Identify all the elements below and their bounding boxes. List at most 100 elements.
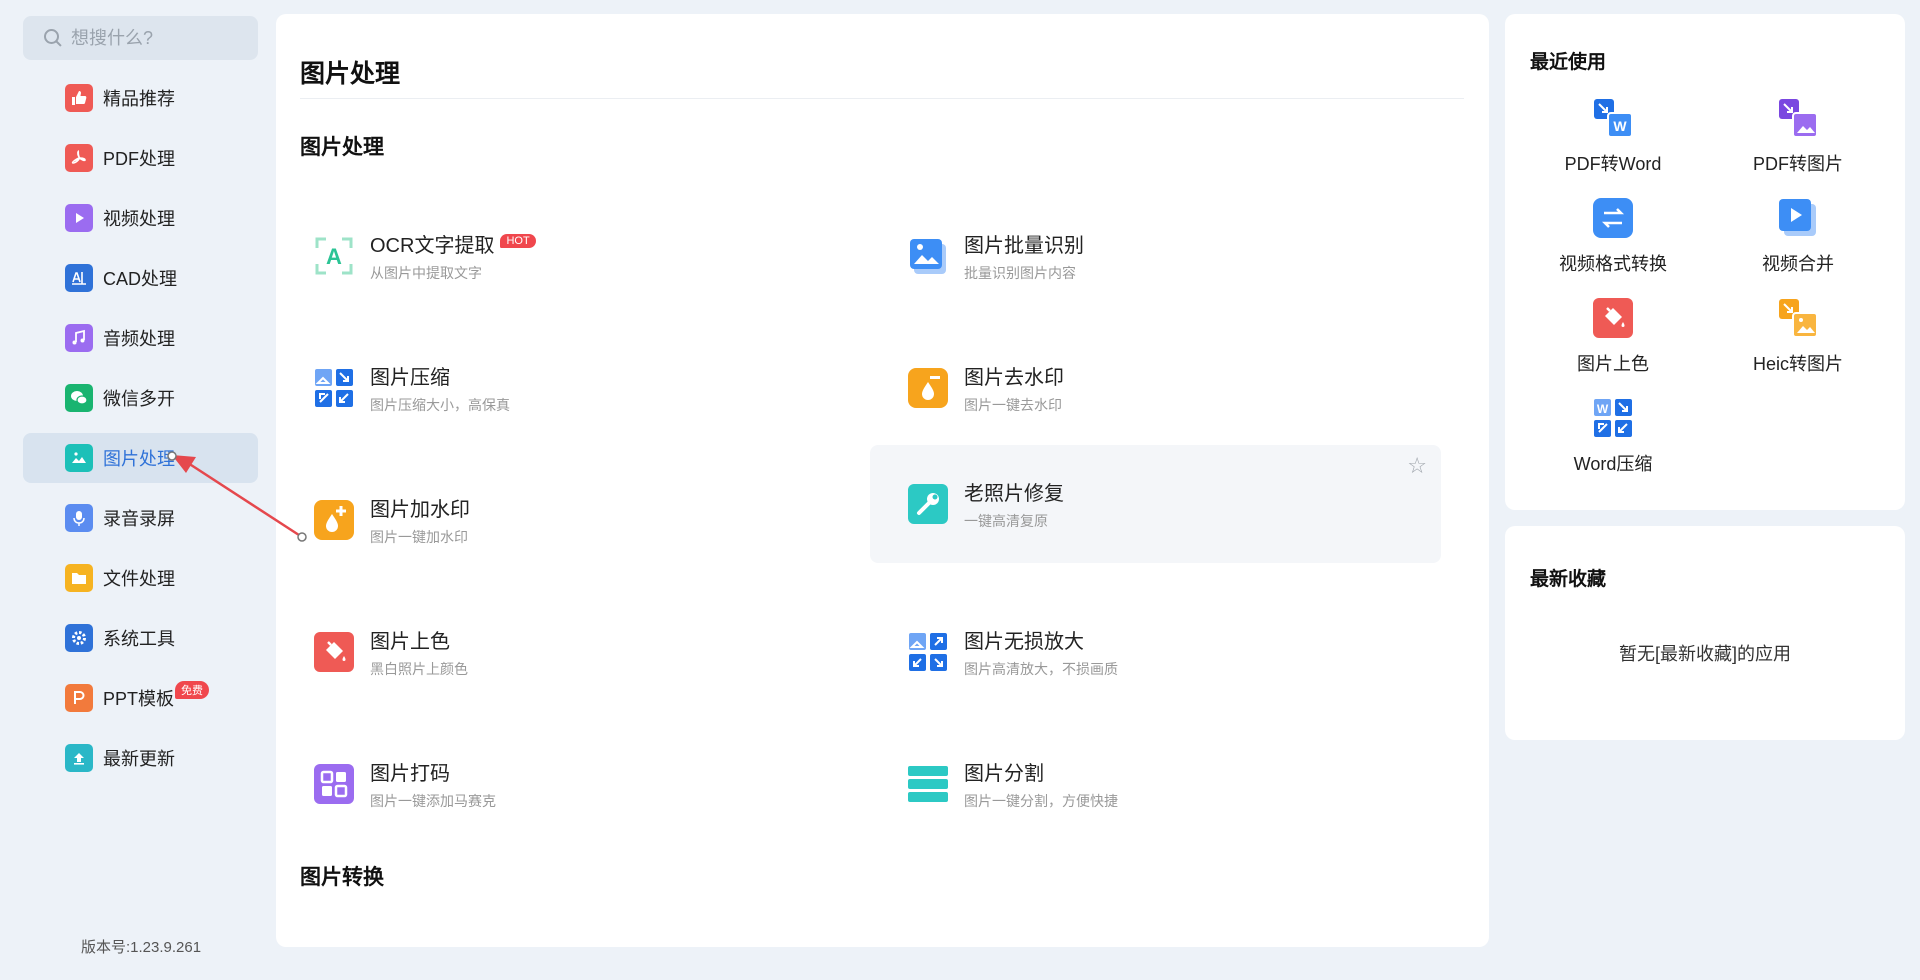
svg-text:W: W <box>1613 118 1627 134</box>
add-watermark-icon <box>314 500 354 540</box>
microphone-icon <box>65 504 93 532</box>
tool-image-batch[interactable]: 图片批量识别 批量识别图片内容 <box>870 197 1441 315</box>
svg-text:W: W <box>1597 402 1609 416</box>
recent-item-label: 视频合并 <box>1762 254 1834 274</box>
thumbs-up-icon <box>65 84 93 112</box>
tool-desc: 图片一键分割，方便快捷 <box>964 793 1118 809</box>
search-box[interactable] <box>23 16 258 60</box>
tool-name: 图片压缩 <box>370 367 450 389</box>
paint-bucket-icon <box>314 632 354 672</box>
sidebar-item-system[interactable]: 系统工具 <box>23 613 258 663</box>
recent-item-label: Heic转图片 <box>1752 354 1843 374</box>
tool-desc: 图片一键添加马赛克 <box>370 793 496 809</box>
sidebar-item-pdf[interactable]: PDF处理 <box>23 133 258 183</box>
sidebar-item-label: 文件处理 <box>103 569 175 589</box>
recent-item-video-merge[interactable]: 视频合并 <box>1723 198 1873 276</box>
tool-desc: 从图片中提取文字 <box>370 265 482 281</box>
sidebar-item-updates[interactable]: 最新更新 <box>23 733 258 783</box>
sidebar-item-image[interactable]: 图片处理 <box>23 433 258 483</box>
svg-text:A: A <box>326 244 342 269</box>
tool-image-split[interactable]: 图片分割 图片一键分割，方便快捷 <box>870 725 1441 843</box>
recent-item-label: 视频格式转换 <box>1559 254 1667 274</box>
tool-desc: 一键高清复原 <box>964 513 1048 529</box>
sidebar-item-label: 最新更新 <box>103 749 175 769</box>
recent-item-label: Word压缩 <box>1573 454 1653 474</box>
tool-desc: 图片压缩大小，高保真 <box>370 397 510 413</box>
tool-image-enlarge[interactable]: 图片无损放大 图片高清放大，不损画质 <box>870 593 1441 711</box>
tool-name: 图片去水印 <box>964 367 1064 389</box>
sidebar-nav: 精品推荐 PDF处理 视频处理 CAD处理 音频处理 微信多开 图片处理 录音录… <box>23 73 258 793</box>
recent-item-pdf-to-image[interactable]: PDF转图片 <box>1723 98 1873 176</box>
video-merge-icon <box>1778 198 1818 238</box>
tool-name: 图片打码 <box>370 763 450 785</box>
tool-name: 图片分割 <box>964 763 1044 785</box>
page-title: 图片处理 <box>300 60 401 88</box>
tool-desc: 黑白照片上颜色 <box>370 661 468 677</box>
sidebar-item-label: 录音录屏 <box>103 509 175 529</box>
sidebar-item-label: 微信多开 <box>103 389 175 409</box>
wechat-icon <box>65 384 93 412</box>
remove-watermark-icon <box>908 368 948 408</box>
sidebar-item-file[interactable]: 文件处理 <box>23 553 258 603</box>
sidebar-item-label: PDF处理 <box>103 149 175 169</box>
sidebar-item-cad[interactable]: CAD处理 <box>23 253 258 303</box>
sidebar-item-label: 视频处理 <box>103 209 175 229</box>
recent-item-label: 图片上色 <box>1577 354 1649 374</box>
sidebar: 精品推荐 PDF处理 视频处理 CAD处理 音频处理 <box>0 0 270 980</box>
recent-item-video-convert[interactable]: 视频格式转换 <box>1538 198 1688 276</box>
sidebar-item-audio[interactable]: 音频处理 <box>23 313 258 363</box>
recent-item-heic-to-image[interactable]: Heic转图片 <box>1723 298 1873 376</box>
recent-item-pdf-to-word[interactable]: W PDF转Word <box>1538 98 1688 176</box>
sidebar-item-label: 图片处理 <box>103 449 175 469</box>
image-split-icon <box>908 764 948 804</box>
sidebar-item-recommended[interactable]: 精品推荐 <box>23 73 258 123</box>
upload-icon <box>65 744 93 772</box>
sidebar-item-label: CAD处理 <box>103 269 178 289</box>
pdf-to-word-icon: W <box>1593 98 1633 138</box>
recent-item-label: PDF转图片 <box>1753 154 1843 174</box>
image-enlarge-icon <box>908 632 948 672</box>
favorites-title: 最新收藏 <box>1530 569 1607 590</box>
tool-name: 图片无损放大 <box>964 631 1084 653</box>
music-note-icon <box>65 324 93 352</box>
tool-photo-repair[interactable]: 老照片修复 一键高清复原 ☆ <box>870 445 1441 563</box>
video-convert-icon <box>1593 198 1633 238</box>
search-icon <box>43 28 63 48</box>
tool-desc: 图片一键加水印 <box>370 529 468 545</box>
tool-name: 图片批量识别 <box>964 235 1084 257</box>
sidebar-item-ppt[interactable]: PPT模板 免费 <box>23 673 258 723</box>
tool-colorize[interactable]: 图片上色 黑白照片上颜色 <box>276 593 847 711</box>
recent-item-colorize[interactable]: 图片上色 <box>1538 298 1688 376</box>
main-panel: 图片处理 图片处理 A OCR文字提取 HOT 从图片中提取文字 图片批量识别 批… <box>276 14 1489 947</box>
sidebar-item-label: 系统工具 <box>103 629 175 649</box>
sidebar-item-label: PPT模板 <box>103 689 175 709</box>
tool-name: 老照片修复 <box>964 483 1064 505</box>
search-input[interactable] <box>71 27 241 49</box>
tool-name: 图片上色 <box>370 631 450 653</box>
sidebar-item-wechat[interactable]: 微信多开 <box>23 373 258 423</box>
section-title-image-processing: 图片处理 <box>300 136 384 159</box>
free-badge: 免费 <box>175 681 209 699</box>
tool-name: 图片加水印 <box>370 499 470 521</box>
title-divider <box>300 98 1464 99</box>
pdf-to-image-icon <box>1778 98 1818 138</box>
recent-item-word-compress[interactable]: W Word压缩 <box>1538 398 1688 476</box>
sidebar-item-recording[interactable]: 录音录屏 <box>23 493 258 543</box>
tool-remove-watermark[interactable]: 图片去水印 图片一键去水印 <box>870 329 1441 447</box>
tool-add-watermark[interactable]: 图片加水印 图片一键加水印 <box>276 461 847 579</box>
favorite-star-icon[interactable]: ☆ <box>1407 453 1427 479</box>
paint-bucket-icon <box>1593 298 1633 338</box>
recent-panel: 最近使用 W PDF转Word PDF转图片 视频格式转换 视频合并 图片上色 … <box>1505 14 1905 510</box>
image-icon <box>65 444 93 472</box>
tool-ocr[interactable]: A OCR文字提取 HOT 从图片中提取文字 <box>276 197 847 315</box>
word-compress-icon: W <box>1593 398 1633 438</box>
tool-image-compress[interactable]: 图片压缩 图片压缩大小，高保真 <box>276 329 847 447</box>
version-label: 版本号:1.23.9.261 <box>81 939 202 956</box>
tool-mosaic[interactable]: 图片打码 图片一键添加马赛克 <box>276 725 847 843</box>
sidebar-item-video[interactable]: 视频处理 <box>23 193 258 243</box>
sidebar-item-label: 音频处理 <box>103 329 175 349</box>
image-batch-icon <box>908 236 948 276</box>
section-title-image-convert: 图片转换 <box>300 866 384 889</box>
sidebar-item-label: 精品推荐 <box>103 89 175 109</box>
video-play-icon <box>65 204 93 232</box>
